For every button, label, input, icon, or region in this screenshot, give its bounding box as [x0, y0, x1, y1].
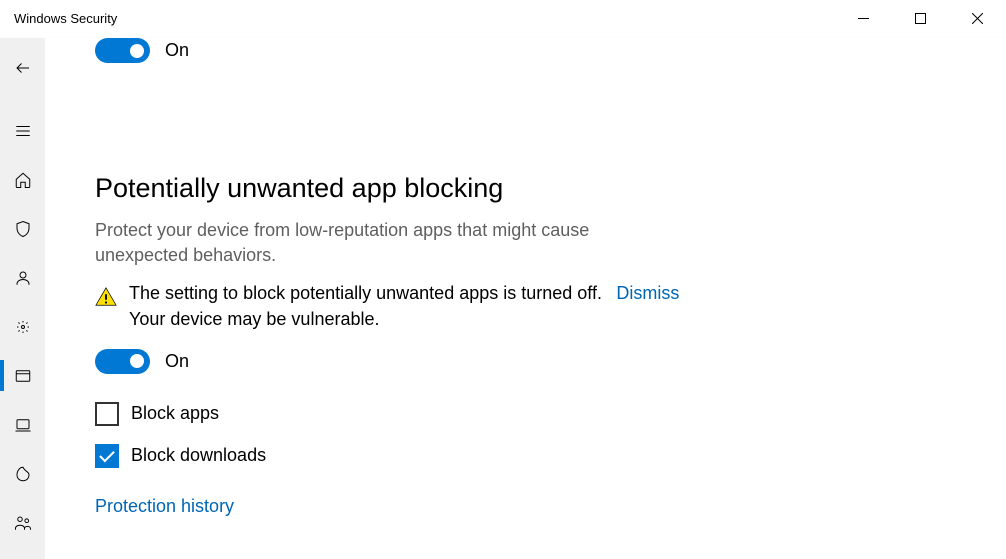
maximize-button[interactable] [892, 0, 949, 37]
performance-icon [14, 465, 32, 483]
account-icon [14, 269, 32, 287]
family-icon [14, 514, 32, 532]
back-button[interactable] [0, 48, 45, 88]
smartscreen-apps-toggle[interactable] [95, 38, 150, 63]
sidebar-item-virus[interactable] [0, 204, 45, 253]
pua-warning: The setting to block potentially unwante… [95, 280, 775, 332]
block-apps-label: Block apps [131, 403, 219, 424]
sidebar-item-device[interactable] [0, 400, 45, 449]
sidebar-item-appbrowser[interactable] [0, 351, 45, 400]
block-apps-row: Block apps [95, 402, 956, 426]
minimize-icon [858, 13, 869, 24]
pua-dismiss-link[interactable]: Dismiss [616, 283, 679, 303]
window-title: Windows Security [14, 11, 117, 26]
content-area: On Potentially unwanted app blocking Pro… [45, 38, 1006, 559]
pua-section-desc: Protect your device from low-reputation … [95, 218, 655, 268]
warning-icon [95, 286, 117, 308]
sidebar-item-home[interactable] [0, 155, 45, 204]
home-icon [14, 171, 32, 189]
sidebar-item-account[interactable] [0, 253, 45, 302]
sidebar-item-family[interactable] [0, 498, 45, 547]
pua-toggle[interactable] [95, 349, 150, 374]
smartscreen-apps-toggle-row: On [95, 38, 189, 63]
shield-icon [14, 220, 32, 238]
block-downloads-checkbox[interactable] [95, 444, 119, 468]
maximize-icon [915, 13, 926, 24]
sidebar-item-performance[interactable] [0, 449, 45, 498]
close-icon [972, 13, 983, 24]
pua-warning-line2: Your device may be vulnerable. [129, 309, 380, 329]
pua-toggle-row: On [95, 349, 956, 374]
protection-history-link[interactable]: Protection history [95, 496, 234, 517]
window-controls [835, 0, 1006, 37]
pua-toggle-label: On [165, 351, 189, 372]
block-downloads-row: Block downloads [95, 444, 956, 468]
back-arrow-icon [14, 59, 32, 77]
block-apps-checkbox[interactable] [95, 402, 119, 426]
pua-warning-line1: The setting to block potentially unwante… [129, 283, 602, 303]
sidebar-item-firewall[interactable] [0, 302, 45, 351]
smartscreen-apps-toggle-label: On [165, 40, 189, 61]
pua-section-title: Potentially unwanted app blocking [95, 173, 956, 204]
minimize-button[interactable] [835, 0, 892, 37]
hamburger-menu[interactable] [0, 106, 45, 155]
hamburger-icon [14, 122, 32, 140]
close-button[interactable] [949, 0, 1006, 37]
app-browser-icon [14, 367, 32, 385]
device-security-icon [14, 416, 32, 434]
firewall-icon [14, 318, 32, 336]
titlebar: Windows Security [0, 0, 1006, 38]
sidebar [0, 38, 45, 559]
block-downloads-label: Block downloads [131, 445, 266, 466]
